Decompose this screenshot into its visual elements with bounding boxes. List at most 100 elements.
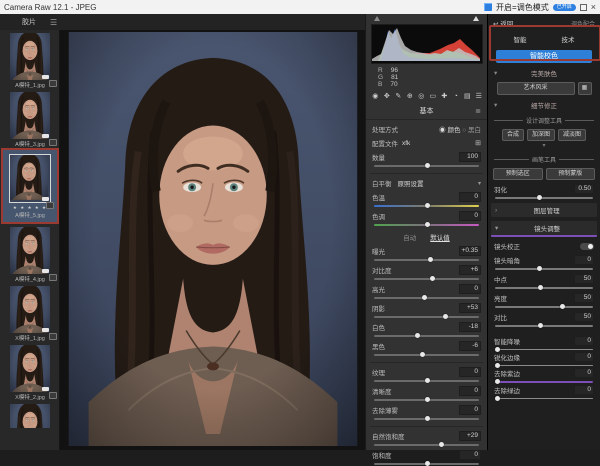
chevron-down-icon[interactable]: ▾ — [494, 101, 497, 109]
chevron-down-icon[interactable]: ▾ — [478, 180, 481, 187]
contrast-value[interactable]: +6 — [459, 265, 481, 275]
amount-value[interactable]: 100 — [459, 152, 481, 162]
config-link[interactable]: 调色配合 — [571, 19, 595, 28]
denoise-value[interactable]: 0 — [574, 336, 594, 346]
exposure-value[interactable]: +0.35 — [459, 246, 481, 256]
midpoint-value[interactable]: 50 — [574, 274, 594, 284]
midpoint-slider[interactable] — [495, 287, 593, 289]
amount-slider[interactable] — [374, 165, 479, 167]
section-detail-label[interactable]: 细节修正 — [531, 100, 557, 110]
section-skin-label[interactable]: 完美肤色 — [531, 68, 557, 78]
list-item[interactable]: A模特_1.jpg — [0, 30, 60, 89]
burn-layer-button[interactable]: 加深图 — [527, 129, 555, 141]
white-balance-tool-icon[interactable]: ✎ — [394, 93, 403, 101]
layers-row[interactable]: › 图层管理 — [491, 203, 597, 217]
highlights-value[interactable]: 0 — [459, 284, 481, 294]
panel-list-icon[interactable]: ☰ — [475, 93, 484, 101]
art-grid-icon[interactable]: ▦ — [578, 82, 592, 95]
contrast-slider[interactable] — [374, 278, 479, 280]
thumbnail-image[interactable] — [10, 286, 50, 333]
chevron-down-icon[interactable]: ▾ — [488, 143, 600, 149]
spot-removal-tool-icon[interactable]: ✚ — [440, 93, 449, 101]
sharpen-edge-value[interactable]: 0 — [574, 352, 594, 362]
list-item[interactable]: X模特_2.jpg — [0, 342, 60, 401]
panel-menu-icon[interactable]: ≣ — [475, 107, 481, 115]
radio-color[interactable]: ◉ 颜色 — [439, 127, 460, 134]
saturation-value[interactable]: 0 — [459, 450, 481, 460]
shadow-clipping-icon[interactable] — [374, 16, 380, 21]
zoom-tool-icon[interactable]: ◉ — [371, 93, 380, 101]
brightness-value[interactable]: 50 — [574, 293, 594, 303]
vibrance-slider[interactable] — [374, 444, 479, 446]
preset-selection-button[interactable]: 预制选区 — [493, 168, 543, 180]
dehaze-slider[interactable] — [374, 418, 479, 420]
highlights-slider[interactable] — [374, 297, 479, 299]
blacks-value[interactable]: -6 — [459, 341, 481, 351]
denoise-slider[interactable] — [495, 349, 593, 350]
lens-correction-toggle[interactable] — [580, 243, 594, 250]
tint-value[interactable]: 0 — [459, 211, 481, 221]
vignette-value[interactable]: 0 — [574, 255, 594, 265]
list-item[interactable]: A模特_4.jpg — [0, 224, 60, 283]
art-style-button[interactable]: 艺术风采 — [497, 82, 575, 95]
hand-tool-icon[interactable]: ✥ — [383, 93, 392, 101]
thumbnail-image[interactable] — [10, 227, 50, 274]
tab-tech[interactable]: 技术 — [562, 34, 575, 44]
feather-value[interactable]: 0.50 — [574, 184, 594, 194]
profile-value[interactable]: xfk — [402, 140, 475, 147]
defringe-purple-slider[interactable] — [495, 381, 593, 383]
filmstrip-menu-icon[interactable]: ☰ — [50, 18, 57, 27]
sharpen-edge-slider[interactable] — [495, 365, 593, 366]
clarity-value[interactable]: 0 — [459, 386, 481, 396]
red-eye-tool-icon[interactable]: ◔ — [452, 93, 461, 101]
treatment-radios[interactable]: ◉ 颜色 ○ 黑白 — [439, 124, 481, 134]
list-item[interactable]: X模特_1.jpg — [0, 283, 60, 342]
brightness-slider[interactable] — [495, 306, 593, 308]
thumbnail-image[interactable] — [10, 404, 50, 428]
chevron-down-icon[interactable]: ▾ — [494, 69, 497, 77]
shadows-slider[interactable] — [374, 316, 479, 318]
target-adjust-tool-icon[interactable]: ◎ — [417, 93, 426, 101]
exposure-slider[interactable] — [374, 259, 479, 261]
tab-smart[interactable]: 智能 — [514, 34, 527, 44]
whites-slider[interactable] — [374, 335, 479, 337]
restore-window-icon[interactable] — [580, 4, 587, 11]
preview-photo[interactable] — [68, 32, 358, 446]
vibrance-value[interactable]: +29 — [459, 431, 481, 441]
default-link[interactable]: 默认值 — [430, 232, 450, 242]
defringe-green-slider[interactable] — [495, 398, 593, 399]
list-item-selected[interactable]: ★ ★ ★ ★ ★ A模特_5.jpg — [1, 148, 59, 224]
clarity-slider[interactable] — [374, 399, 479, 401]
graduated-filter-tool-icon[interactable]: ▤ — [463, 93, 472, 101]
back-button[interactable]: ↩ 返回 — [493, 18, 513, 28]
thumbnail-image[interactable] — [10, 33, 50, 80]
image-canvas[interactable] — [60, 30, 365, 450]
radio-bw[interactable]: ○ 黑白 — [462, 127, 481, 134]
shadows-value[interactable]: +53 — [459, 303, 481, 313]
contrast2-value[interactable]: 50 — [574, 312, 594, 322]
thumbnail-image[interactable] — [10, 92, 50, 139]
merge-button[interactable]: 合成 — [502, 129, 524, 141]
tint-slider[interactable] — [374, 224, 479, 226]
smart-color-button[interactable]: 智能校色 — [496, 50, 592, 63]
vignette-slider[interactable] — [495, 268, 593, 270]
close-icon[interactable]: × — [591, 3, 596, 12]
list-item[interactable]: A模特_3.jpg — [0, 89, 60, 148]
color-sampler-tool-icon[interactable]: ⊕ — [406, 93, 415, 101]
thumbnail-image[interactable] — [9, 154, 51, 203]
preset-mask-button[interactable]: 预制蒙版 — [546, 168, 596, 180]
crop-tool-icon[interactable]: ▭ — [429, 93, 438, 101]
texture-value[interactable]: 0 — [459, 367, 481, 377]
mode-pill-button[interactable]: 已开启 — [553, 4, 576, 11]
thumbnail-image[interactable] — [10, 345, 50, 392]
defringe-green-value[interactable]: 0 — [574, 385, 594, 395]
feather-slider[interactable] — [495, 197, 593, 199]
dodge-layer-button[interactable]: 减淡图 — [558, 129, 586, 141]
highlight-clipping-icon[interactable] — [473, 16, 479, 21]
defringe-purple-value[interactable]: 0 — [574, 368, 594, 378]
blacks-slider[interactable] — [374, 354, 479, 356]
temp-value[interactable]: 0 — [459, 192, 481, 202]
lens-adjust-row[interactable]: ▾ 镜头调整 — [491, 221, 597, 237]
texture-slider[interactable] — [374, 380, 479, 382]
list-item[interactable] — [0, 401, 60, 428]
